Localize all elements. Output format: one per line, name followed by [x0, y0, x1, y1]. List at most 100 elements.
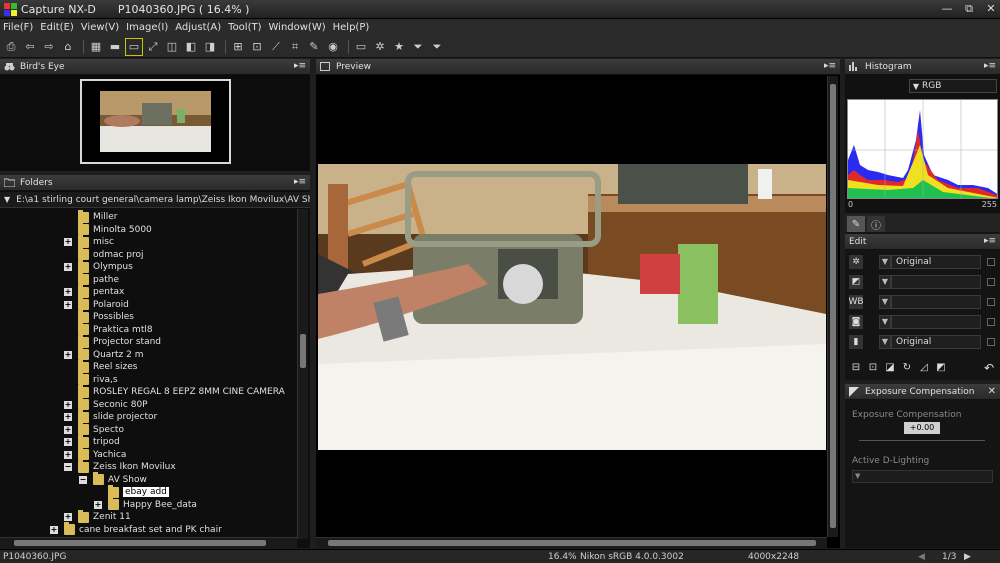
expand-icon[interactable]: +	[64, 238, 72, 246]
menu-file[interactable]: File(F)	[3, 22, 33, 33]
folder-tree-item[interactable]: + Quartz 2 m	[64, 347, 143, 361]
open-folder-icon[interactable]: ⌂	[60, 39, 76, 55]
edit-row-checkbox[interactable]	[987, 318, 995, 326]
folder-tree-item[interactable]: + Specto	[64, 422, 124, 436]
expand-icon[interactable]: +	[64, 513, 72, 521]
edit-row-checkbox[interactable]	[987, 338, 995, 346]
collapse-icon[interactable]: −	[64, 463, 72, 471]
folder-tree-hscroll[interactable]	[0, 537, 297, 548]
filter-icon[interactable]: ⏷	[410, 39, 426, 55]
folders-menu-button[interactable]: ▸≡	[294, 177, 306, 187]
folder-tree-item[interactable]: + Zenit 11	[64, 509, 131, 523]
folder-tree-item[interactable]: + Olympus	[64, 259, 133, 273]
monitor-icon[interactable]: ▭	[353, 39, 369, 55]
edit-row-value[interactable]	[891, 315, 981, 329]
edit-tool-icon[interactable]: ⊟	[849, 362, 863, 376]
folder-tree-item[interactable]: + misc	[64, 234, 114, 248]
folder-tree-item[interactable]: + Yachica	[64, 447, 126, 461]
close-button[interactable]: ✕	[984, 2, 998, 16]
preview-vscroll-thumb[interactable]	[830, 84, 836, 528]
back-arrow-icon[interactable]: ⇦	[22, 39, 38, 55]
preview-image[interactable]	[318, 164, 826, 450]
menu-image[interactable]: Image(I)	[126, 22, 168, 33]
chevron-down-icon[interactable]: ▼	[879, 275, 891, 289]
edit-tool-icon[interactable]: ↻	[900, 362, 914, 376]
undo-icon[interactable]: ↶	[984, 361, 994, 375]
edit-menu-button[interactable]: ▸≡	[984, 236, 996, 246]
chevron-down-icon[interactable]: ▼	[879, 315, 891, 329]
compare-4-icon[interactable]: ◧	[183, 39, 199, 55]
compare-2-icon[interactable]: ◫	[164, 39, 180, 55]
folder-tree-item[interactable]: + Seconic 80P	[64, 397, 148, 411]
exposure-slider-track[interactable]	[859, 440, 985, 441]
filter-clear-icon[interactable]: ⏷	[429, 39, 445, 55]
edit-row-checkbox[interactable]	[987, 258, 995, 266]
edit-pencil-icon[interactable]: ✎	[847, 216, 865, 232]
folder-tree-item[interactable]: riva,s	[64, 372, 118, 386]
expand-icon[interactable]: +	[64, 438, 72, 446]
crop-icon[interactable]: ⌗	[287, 39, 303, 55]
birds-eye-thumbnail[interactable]	[80, 79, 231, 164]
folder-tree-item[interactable]: + Polaroid	[64, 297, 129, 311]
expand-icon[interactable]: +	[50, 525, 58, 534]
folder-tree-item[interactable]: + tripod	[64, 434, 120, 448]
white-balance-icon[interactable]: WB	[848, 295, 864, 309]
folder-tree-vscroll-thumb[interactable]	[300, 334, 306, 368]
menu-edit[interactable]: Edit(E)	[40, 22, 74, 33]
edit-row-value[interactable]	[891, 295, 981, 309]
color-control-point-icon[interactable]: ◉	[325, 39, 341, 55]
lens-correction-icon[interactable]: ◙	[849, 315, 863, 329]
chevron-down-icon[interactable]: ▼	[879, 255, 891, 269]
prev-page-icon[interactable]: ◀	[918, 552, 925, 562]
edit-tool-icon[interactable]: ◪	[883, 362, 897, 376]
compare-a-icon[interactable]: ◨	[202, 39, 218, 55]
birds-eye-menu-button[interactable]: ▸≡	[294, 61, 306, 71]
exposure-close-button[interactable]: ✕	[988, 386, 996, 397]
settings-gear-icon[interactable]: ✲	[372, 39, 388, 55]
single-view-icon[interactable]: ▭	[125, 37, 143, 56]
menu-tool[interactable]: Tool(T)	[228, 22, 261, 33]
folder-tree-item[interactable]: pathe	[64, 272, 119, 286]
folder-path-dropdown[interactable]: ▼ E:\a1 stirling court general\camera la…	[0, 192, 310, 208]
folder-tree-item[interactable]: Miller	[64, 209, 118, 223]
grid-view-icon[interactable]: ▦	[88, 39, 104, 55]
edit-row-checkbox[interactable]	[987, 278, 995, 286]
expand-icon[interactable]: +	[64, 425, 72, 434]
folder-tree-item[interactable]: + cane breakfast set and PK chair	[50, 522, 222, 536]
folder-tree-item[interactable]: ROSLEY REGAL 8 EEPZ 8MM CINE CAMERA	[64, 384, 285, 398]
menu-adjust[interactable]: Adjust(A)	[175, 22, 221, 33]
fullscreen-icon[interactable]: ⤢	[145, 39, 161, 55]
exposure-value-field[interactable]: +0.00	[904, 422, 940, 434]
edit-tool-icon[interactable]: ◿	[917, 362, 931, 376]
preview-vscroll[interactable]	[827, 76, 838, 537]
collapse-icon[interactable]: −	[79, 475, 87, 484]
expand-icon[interactable]: +	[64, 413, 72, 421]
folder-tree-item[interactable]: odmac proj	[64, 247, 144, 261]
expand-icon[interactable]: +	[64, 350, 72, 359]
forward-arrow-icon[interactable]: ⇨	[41, 39, 57, 55]
next-page-icon[interactable]: ▶	[964, 552, 971, 562]
expand-icon[interactable]: +	[64, 400, 72, 409]
picture-control-icon[interactable]: ✲	[849, 255, 863, 269]
histogram-menu-button[interactable]: ▸≡	[984, 61, 996, 71]
expand-icon[interactable]: +	[64, 263, 72, 271]
active-d-lighting-select[interactable]: ▼	[852, 470, 993, 483]
filmstrip-view-icon[interactable]: ▬	[107, 39, 123, 55]
preview-menu-button[interactable]: ▸≡	[824, 61, 836, 71]
straighten-icon[interactable]: ⟋	[268, 39, 284, 55]
edit-row-value[interactable]: Original	[891, 255, 981, 269]
preview-hscroll[interactable]	[316, 537, 827, 548]
menu-window[interactable]: Window(W)	[269, 22, 326, 33]
info-icon[interactable]: ⓘ	[867, 216, 885, 232]
folder-tree-item[interactable]: + Happy Bee_data	[94, 497, 197, 511]
menu-help[interactable]: Help(P)	[333, 22, 370, 33]
folder-tree-item[interactable]: + pentax	[64, 284, 124, 298]
folder-tree-hscroll-thumb[interactable]	[14, 540, 266, 546]
batch-icon[interactable]: ⊞	[230, 39, 246, 55]
folder-tree-item[interactable]: Reel sizes	[64, 359, 137, 373]
edit-tool-icon[interactable]: ◩	[934, 362, 948, 376]
menu-view[interactable]: View(V)	[81, 22, 119, 33]
histogram-channel-select[interactable]: ▼ RGB	[909, 79, 997, 93]
restore-button[interactable]: ⧉	[962, 2, 976, 16]
edit-tool-icon[interactable]: ⊡	[866, 362, 880, 376]
